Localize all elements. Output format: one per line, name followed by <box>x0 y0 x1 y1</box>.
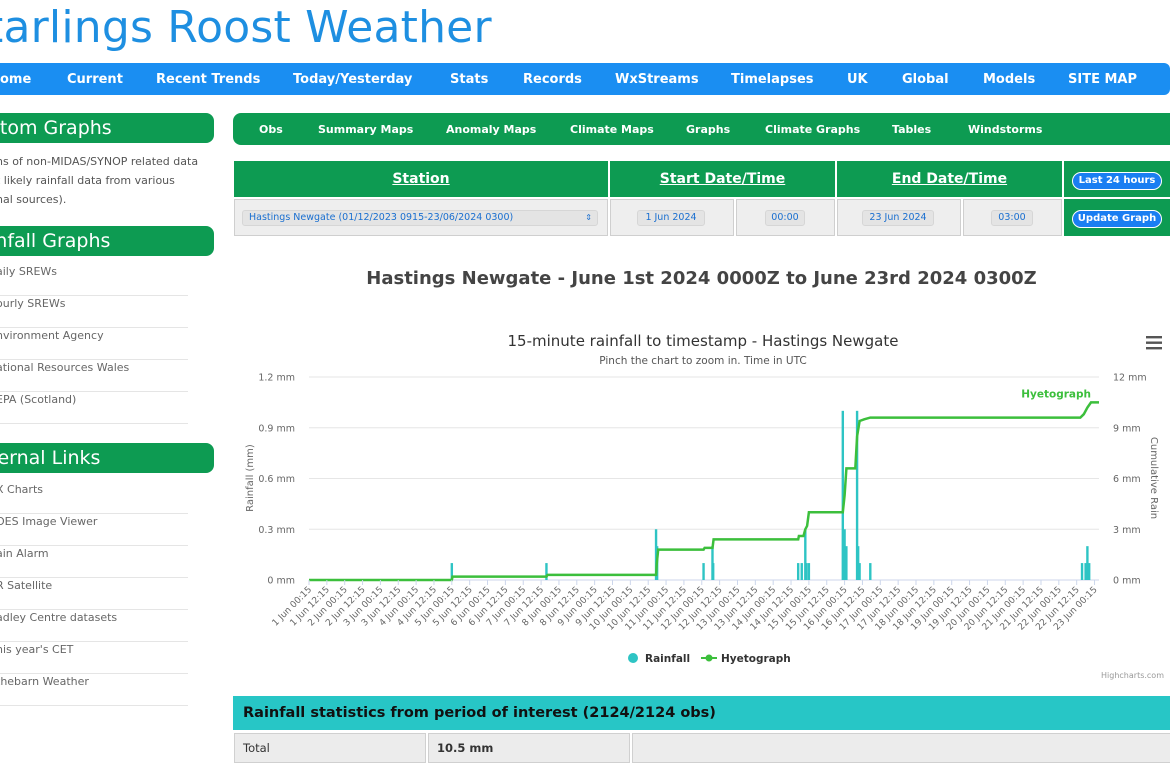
y-tick-label: 0.3 mm <box>258 525 295 536</box>
sidebar-link-daily-srews[interactable]: aily SREWs <box>0 264 188 296</box>
chart-y2-axis: 0 mm 3 mm 6 mm 9 mm 12 mm <box>1113 373 1147 587</box>
sidebar-external-links: X Charts OES Image Viewer ain Alarm R Sa… <box>0 482 188 706</box>
nav-wxstreams[interactable]: WxStreams <box>615 72 699 87</box>
rainfall-chart-svg: 15-minute rainfall to timestamp - Hastin… <box>245 332 1164 680</box>
stats-empty-cell <box>632 733 1170 763</box>
rainfall-stats-heading: Rainfall statistics from period of inter… <box>233 696 1170 730</box>
rainfall-bar <box>796 563 800 580</box>
subnav-climate-maps[interactable]: Climate Maps <box>570 123 654 136</box>
legend-rainfall-marker <box>628 653 638 663</box>
legend-hyetograph[interactable]: Hyetograph <box>721 653 791 665</box>
stats-total-label: Total <box>234 733 426 763</box>
y2-tick-label: 9 mm <box>1113 423 1141 434</box>
start-time-input[interactable]: 00:00 <box>765 210 805 226</box>
rainfall-bar <box>845 546 848 580</box>
sidebar-link-ir-satellite[interactable]: R Satellite <box>0 578 188 610</box>
sidebar-description: hs of non-MIDAS/SYNOP related data t lik… <box>0 155 199 206</box>
stats-total-value: 10.5 mm <box>428 733 630 763</box>
nav-global[interactable]: Global <box>902 72 949 87</box>
update-graph-button[interactable]: Update Graph <box>1072 210 1162 228</box>
sidebar-link-cet[interactable]: his year's CET <box>0 642 188 674</box>
sidebar-link-wx-charts[interactable]: X Charts <box>0 482 188 514</box>
y-tick-label: 0.6 mm <box>258 474 295 485</box>
chart-x-axis: 1 Jun 00:151 Jun 12:152 Jun 00:152 Jun 1… <box>271 580 1100 633</box>
y-tick-label: 1.2 mm <box>258 373 295 384</box>
rainfall-bar <box>1087 563 1091 580</box>
chart-credit[interactable]: Highcharts.com <box>1101 671 1164 680</box>
rainfall-chart: 15-minute rainfall to timestamp - Hastin… <box>233 322 1170 684</box>
nav-stats[interactable]: Stats <box>450 72 488 87</box>
station-header: Station <box>234 161 608 197</box>
subnav-anomaly-maps[interactable]: Anomaly Maps <box>446 123 536 136</box>
sub-nav: Obs Summary Maps Anomaly Maps Climate Ma… <box>233 113 1170 145</box>
sidebar-link-hadley-centre[interactable]: adley Centre datasets <box>0 610 188 642</box>
rainfall-bar <box>807 563 811 580</box>
sidebar-link-nrw[interactable]: ational Resources Wales <box>0 360 188 392</box>
end-datetime-header: End Date/Time <box>837 161 1062 197</box>
y2-tick-label: 0 mm <box>1113 576 1141 587</box>
chart-y2-axis-title: Cumulative Rain <box>1148 437 1159 519</box>
sidebar-link-environment-agency[interactable]: nvironment Agency <box>0 328 188 360</box>
y2-tick-label: 12 mm <box>1113 373 1147 384</box>
nav-models[interactable]: Models <box>983 72 1035 87</box>
hamburger-menu-icon[interactable] <box>1146 336 1162 350</box>
sidebar-link-netherbarn[interactable]: thebarn Weather <box>0 674 188 706</box>
sidebar-link-goes-viewer[interactable]: OES Image Viewer <box>0 514 188 546</box>
rainfall-bar <box>858 563 861 580</box>
chart-title: 15-minute rainfall to timestamp - Hastin… <box>508 332 899 350</box>
nav-current[interactable]: Current <box>67 72 123 87</box>
hyetograph-line <box>309 401 1099 582</box>
subnav-graphs[interactable]: Graphs <box>686 123 730 136</box>
rainfall-bar <box>711 563 715 580</box>
chart-y-axis: 0 mm 0.3 mm 0.6 mm 0.9 mm 1.2 mm <box>258 373 295 587</box>
sidebar-rainfall-links: aily SREWs ourly SREWs nvironment Agency… <box>0 264 188 424</box>
nav-timelapses[interactable]: Timelapses <box>731 72 814 87</box>
subnav-summary-maps[interactable]: Summary Maps <box>318 123 413 136</box>
end-date-input[interactable]: 23 Jun 2024 <box>862 210 934 226</box>
y-tick-label: 0 mm <box>267 576 295 587</box>
sidebar-link-hourly-srews[interactable]: ourly SREWs <box>0 296 188 328</box>
nav-records[interactable]: Records <box>523 72 582 87</box>
sidebar-link-rain-alarm[interactable]: ain Alarm <box>0 546 188 578</box>
rainfall-bars <box>450 410 1091 580</box>
rainfall-bar <box>800 563 803 580</box>
graph-heading: Hastings Newgate - June 1st 2024 0000Z t… <box>366 268 1037 289</box>
rainfall-bar <box>702 563 705 580</box>
legend-hyetograph-marker <box>705 654 713 662</box>
nav-uk[interactable]: UK <box>847 72 868 87</box>
nav-site-map[interactable]: SITE MAP <box>1068 72 1137 87</box>
end-time-input[interactable]: 03:00 <box>991 210 1033 226</box>
nav-home[interactable]: ome <box>0 72 31 87</box>
nav-today-yesterday[interactable]: Today/Yesterday <box>293 72 412 87</box>
subnav-climate-graphs[interactable]: Climate Graphs <box>765 123 860 136</box>
start-date-input[interactable]: 1 Jun 2024 <box>637 210 705 226</box>
y-tick-label: 0.9 mm <box>258 423 295 434</box>
subnav-obs[interactable]: Obs <box>259 123 283 136</box>
sidebar-heading-rainfall-graphs: infall Graphs <box>0 226 214 256</box>
start-datetime-header: Start Date/Time <box>610 161 835 197</box>
sidebar-heading-custom-graphs: stom Graphs <box>0 113 214 143</box>
station-select[interactable]: Hastings Newgate (01/12/2023 0915-23/06/… <box>242 210 598 226</box>
main-nav: ome Current Recent Trends Today/Yesterda… <box>0 63 1170 95</box>
select-arrows-icon: ⇕ <box>585 213 592 222</box>
sidebar-heading-external-links: ternal Links <box>0 443 214 473</box>
rainfall-bar <box>869 563 872 580</box>
y2-tick-label: 6 mm <box>1113 474 1141 485</box>
hyetograph-label: Hyetograph <box>1021 388 1091 400</box>
rainfall-bar <box>805 563 808 580</box>
legend-rainfall[interactable]: Rainfall <box>645 653 690 665</box>
chart-legend: Rainfall Hyetograph <box>628 653 791 665</box>
y2-tick-label: 3 mm <box>1113 525 1141 536</box>
nav-recent-trends[interactable]: Recent Trends <box>156 72 260 87</box>
chart-y-axis-title: Rainfall (mm) <box>245 444 256 512</box>
rainfall-bar <box>1080 563 1084 580</box>
subnav-windstorms[interactable]: Windstorms <box>968 123 1042 136</box>
chart-subtitle: Pinch the chart to zoom in. Time in UTC <box>599 355 806 367</box>
site-title: tarlings Roost Weather <box>0 2 492 53</box>
last-24-hours-button[interactable]: Last 24 hours <box>1072 172 1162 190</box>
subnav-tables[interactable]: Tables <box>892 123 931 136</box>
sidebar-link-sepa[interactable]: EPA (Scotland) <box>0 392 188 424</box>
